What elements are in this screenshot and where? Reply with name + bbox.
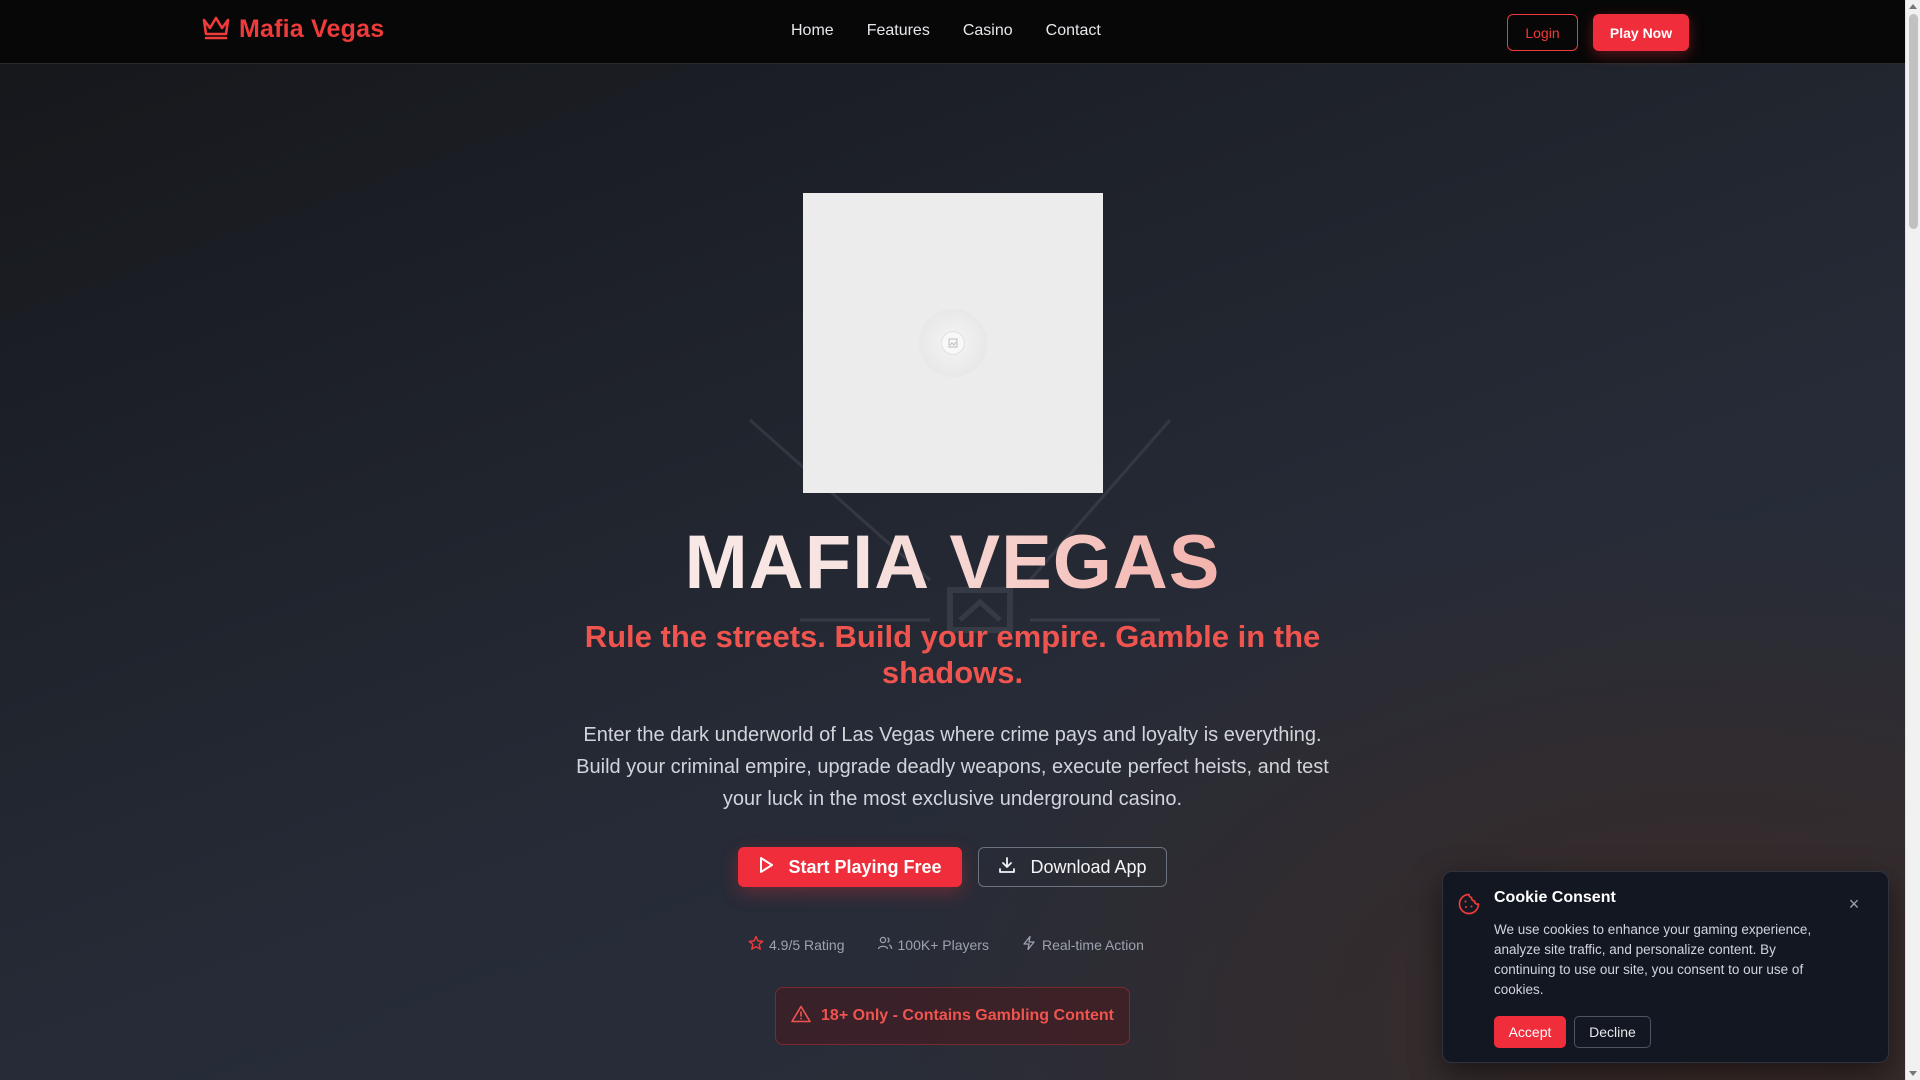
stat-action-label: Real-time Action	[1041, 936, 1144, 953]
scroll-down-arrow-icon[interactable]	[1909, 1071, 1917, 1076]
brand-name: Mafia Vegas	[239, 15, 385, 43]
stat-players-label: 100K+ Players	[897, 936, 989, 953]
stat-rating-label: 4.9/5 Rating	[769, 936, 845, 953]
age-warning-text: 18+ Only - Contains Gambling Content	[821, 1007, 1114, 1024]
cookie-consent-dialog: Cookie Consent × We use cookies to enhan…	[1442, 871, 1889, 1063]
stat-action: Real-time Action	[1021, 935, 1144, 954]
page-scrollbar[interactable]	[1905, 0, 1920, 1080]
page: Mafia Vegas Home Features Casino Contact…	[0, 0, 1905, 1080]
stat-rating: 4.9/5 Rating	[748, 935, 845, 954]
nav-link-features[interactable]: Features	[867, 22, 930, 40]
image-icon	[941, 331, 965, 355]
age-warning-banner: 18+ Only - Contains Gambling Content	[775, 987, 1130, 1045]
decline-cookies-button[interactable]: Decline	[1574, 1016, 1651, 1048]
crown-icon	[201, 14, 231, 45]
login-button[interactable]: Login	[1507, 14, 1578, 51]
accept-cookies-button[interactable]: Accept	[1494, 1016, 1566, 1048]
hero-intro: Enter the dark underworld of Las Vegas w…	[576, 724, 1329, 810]
brand-logo[interactable]: Mafia Vegas	[201, 14, 384, 45]
nav-link-casino[interactable]: Casino	[963, 22, 1013, 40]
cookie-text: We use cookies to enhance your gaming ex…	[1494, 922, 1812, 997]
warning-triangle-icon	[791, 1005, 811, 1028]
download-app-button[interactable]: Download App	[978, 847, 1167, 887]
download-icon	[998, 856, 1016, 879]
navbar: Mafia Vegas Home Features Casino Contact…	[0, 0, 1905, 64]
stat-players: 100K+ Players	[877, 935, 989, 954]
play-icon	[758, 856, 774, 879]
start-playing-button[interactable]: Start Playing Free	[738, 847, 962, 887]
stats-row: 4.9/5 Rating 100K+ Players Real-time Act…	[748, 935, 1144, 954]
users-icon	[877, 935, 893, 954]
main-nav: Home Features Casino Contact	[791, 22, 1101, 40]
scrollbar-thumb[interactable]	[1909, 14, 1918, 229]
image-placeholder-glow	[919, 309, 987, 377]
hero-tagline: Rule the streets. Build your empire. Gam…	[584, 619, 1321, 690]
nav-link-contact[interactable]: Contact	[1046, 22, 1101, 40]
hero-image-placeholder	[803, 193, 1103, 493]
cookie-title: Cookie Consent	[1494, 889, 1616, 906]
nav-link-home[interactable]: Home	[791, 22, 834, 40]
cookie-icon	[1457, 892, 1481, 921]
play-now-button[interactable]: Play Now	[1593, 14, 1689, 51]
close-icon[interactable]: ×	[1845, 895, 1863, 914]
star-icon	[748, 935, 764, 954]
hero-title: MAFIA VEGAS	[0, 519, 1905, 606]
start-playing-label: Start Playing Free	[788, 856, 942, 877]
lightning-icon	[1021, 935, 1037, 954]
download-app-label: Download App	[1030, 856, 1147, 877]
scroll-up-arrow-icon[interactable]	[1909, 4, 1917, 9]
